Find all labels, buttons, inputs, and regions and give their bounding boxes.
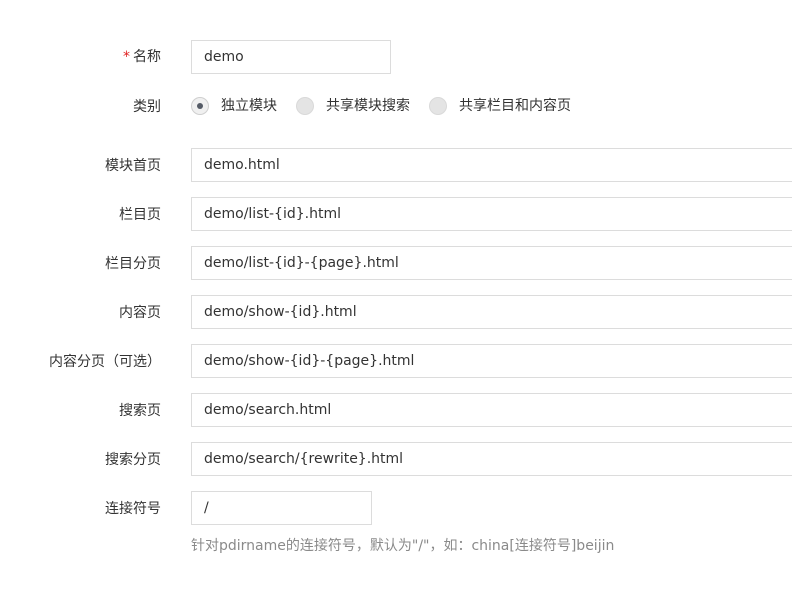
connector-help-text: 针对pdirname的连接符号，默认为"/"，如：china[连接符号]beij… xyxy=(191,538,615,554)
list-paging-label: 栏目分页 xyxy=(105,256,161,272)
radio-checked-icon xyxy=(191,97,209,115)
radio-shared-module-search[interactable]: 共享模块搜索 xyxy=(296,96,410,116)
radio-independent-module[interactable]: 独立模块 xyxy=(191,96,277,116)
required-mark: * xyxy=(123,49,130,65)
content-page-label: 内容页 xyxy=(119,305,161,321)
search-page-label: 搜索页 xyxy=(119,403,161,419)
search-page-input[interactable] xyxy=(191,393,792,427)
module-home-input[interactable] xyxy=(191,148,792,182)
radio-shared-column-content[interactable]: 共享栏目和内容页 xyxy=(429,96,571,116)
content-page-input[interactable] xyxy=(191,295,792,329)
radio-label: 共享栏目和内容页 xyxy=(459,98,571,114)
module-home-label: 模块首页 xyxy=(105,158,161,174)
category-label: 类别 xyxy=(133,99,161,115)
name-label: * 名称 xyxy=(123,49,161,65)
radio-unchecked-icon xyxy=(429,97,447,115)
search-paging-input[interactable] xyxy=(191,442,792,476)
radio-label: 独立模块 xyxy=(221,98,277,114)
module-url-form: *名称 类别 独立模块 共享模块搜索 共享栏目和内容页 模块首页 栏目页 栏目分… xyxy=(0,0,792,594)
name-input[interactable] xyxy=(191,40,391,74)
list-paging-input[interactable] xyxy=(191,246,792,280)
connector-input[interactable] xyxy=(191,491,372,525)
radio-unchecked-icon xyxy=(296,97,314,115)
content-paging-label: 内容分页（可选） xyxy=(49,354,161,370)
radio-label: 共享模块搜索 xyxy=(326,98,410,114)
connector-label: 连接符号 xyxy=(105,501,161,517)
list-page-label: 栏目页 xyxy=(119,207,161,223)
content-paging-input[interactable] xyxy=(191,344,792,378)
list-page-input[interactable] xyxy=(191,197,792,231)
search-paging-label: 搜索分页 xyxy=(105,452,161,468)
